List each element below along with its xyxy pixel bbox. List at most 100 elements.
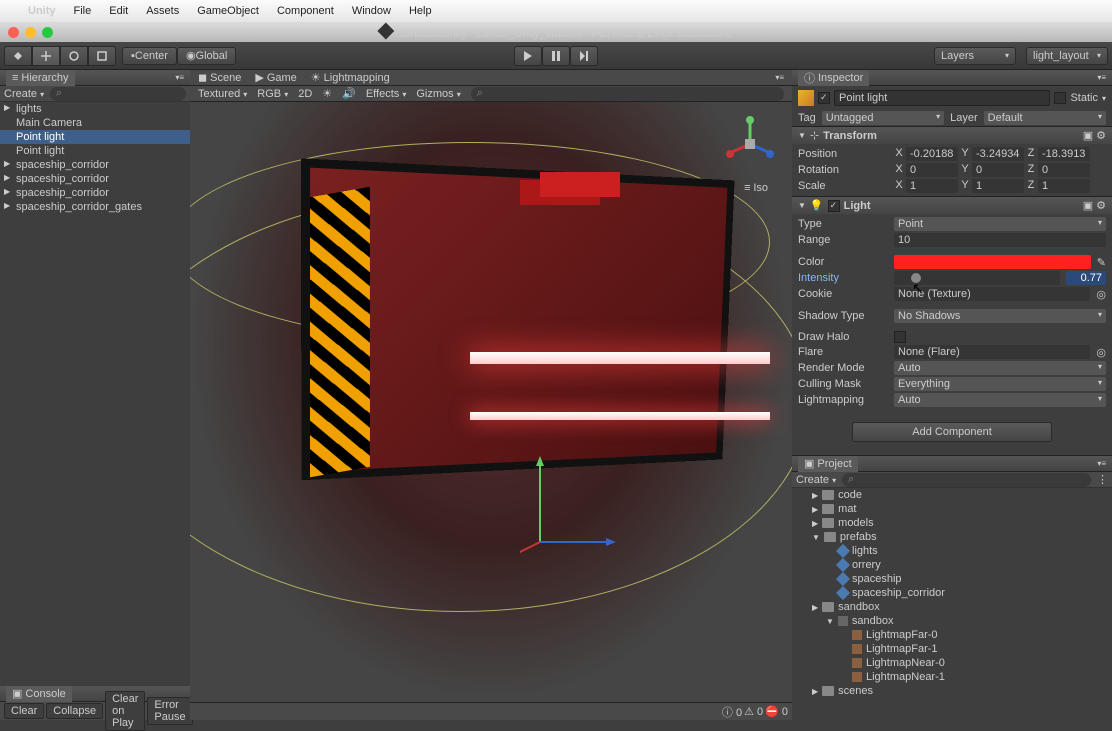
move-tool[interactable] [32, 46, 60, 66]
draw-halo-checkbox[interactable] [894, 331, 906, 343]
hierarchy-item[interactable]: ▶spaceship_corridor [0, 158, 190, 172]
filter-icon[interactable]: ⋮ [1097, 473, 1108, 486]
project-search[interactable]: ⌕ [842, 473, 1091, 487]
projection-label[interactable]: ≡ Iso [744, 182, 768, 194]
project-item[interactable]: LightmapFar-1 [792, 642, 1112, 656]
shading-dropdown[interactable]: Textured ▾ [198, 88, 247, 100]
lightmapping-tab[interactable]: ☀ Lightmapping [311, 71, 390, 84]
scale-x-field[interactable]: 1 [906, 179, 958, 193]
light-type-dropdown[interactable]: Point▾ [894, 217, 1106, 231]
rotation-z-field[interactable]: 0 [1038, 163, 1090, 177]
tag-dropdown[interactable]: Untagged▾ [822, 111, 944, 125]
effects-dropdown[interactable]: Effects ▾ [366, 88, 407, 100]
move-gizmo[interactable] [520, 442, 640, 562]
light-range-field[interactable]: 10 [894, 233, 1106, 247]
menu-assets[interactable]: Assets [146, 5, 179, 17]
scene-viewport[interactable]: ≡ Iso [190, 102, 792, 702]
light-cookie-field[interactable]: None (Texture) [894, 287, 1090, 301]
light-color-swatch[interactable] [894, 255, 1091, 269]
project-tab[interactable]: ▣ Project [798, 456, 858, 472]
panel-menu-icon[interactable]: ▾≡ [1097, 73, 1106, 82]
pause-button[interactable] [542, 46, 570, 66]
light-enabled-checkbox[interactable] [828, 200, 840, 212]
minimize-window-button[interactable] [25, 27, 36, 38]
object-picker-icon[interactable]: ◎ [1096, 346, 1106, 359]
project-item[interactable]: orrery [792, 558, 1112, 572]
menu-gameobject[interactable]: GameObject [197, 5, 259, 17]
info-count[interactable]: ⓘ 0 [722, 704, 742, 720]
zoom-window-button[interactable] [42, 27, 53, 38]
hierarchy-item[interactable]: ▶spaceship_corridor_gates [0, 200, 190, 214]
hierarchy-list[interactable]: ▶lights Main Camera Point light Point li… [0, 102, 190, 686]
position-x-field[interactable]: -0.20188 [906, 147, 958, 161]
scene-search[interactable]: ⌕ [471, 87, 784, 101]
console-tab[interactable]: ▣ Console [6, 686, 72, 702]
hierarchy-item[interactable]: ▶spaceship_corridor [0, 186, 190, 200]
project-create-menu[interactable]: Create ▾ [796, 474, 836, 486]
warn-count[interactable]: ⚠ 0 [744, 705, 763, 718]
project-item[interactable]: ▼sandbox [792, 614, 1112, 628]
culling-mask-dropdown[interactable]: Everything▾ [894, 377, 1106, 391]
hierarchy-item[interactable]: Point light [0, 144, 190, 158]
console-clear[interactable]: Clear [4, 703, 44, 719]
orientation-gizmo[interactable] [720, 114, 780, 174]
hierarchy-item[interactable]: ▶lights [0, 102, 190, 116]
menu-component[interactable]: Component [277, 5, 334, 17]
project-item[interactable]: ▶scenes [792, 684, 1112, 698]
hierarchy-search[interactable]: ⌕ [50, 87, 186, 101]
rotation-y-field[interactable]: 0 [972, 163, 1024, 177]
layout-dropdown[interactable]: light_layout▾ [1026, 47, 1108, 65]
light-toggle-icon[interactable]: ☀ [322, 87, 332, 100]
static-checkbox[interactable] [1054, 92, 1066, 104]
hand-tool[interactable] [4, 46, 32, 66]
create-menu[interactable]: Create ▾ [4, 88, 44, 100]
hierarchy-item[interactable]: Point light [0, 130, 190, 144]
menu-unity[interactable]: Unity [28, 5, 56, 17]
gameobject-icon[interactable] [798, 90, 814, 106]
project-item[interactable]: ▶sandbox [792, 600, 1112, 614]
gizmos-dropdown[interactable]: Gizmos ▾ [416, 88, 460, 100]
eyedropper-icon[interactable]: ✎ [1097, 256, 1106, 269]
project-item[interactable]: LightmapNear-0 [792, 656, 1112, 670]
menu-edit[interactable]: Edit [109, 5, 128, 17]
hierarchy-item[interactable]: ▶spaceship_corridor [0, 172, 190, 186]
channels-dropdown[interactable]: RGB ▾ [257, 88, 288, 100]
lightmapping-dropdown[interactable]: Auto▾ [894, 393, 1106, 407]
project-item[interactable]: ▶code [792, 488, 1112, 502]
shadow-type-dropdown[interactable]: No Shadows▾ [894, 309, 1106, 323]
hierarchy-tab[interactable]: ≡ Hierarchy [6, 70, 75, 86]
transform-component-header[interactable]: ▼ ⊹ Transform▣ ⚙ [792, 126, 1112, 144]
project-item[interactable]: ▶models [792, 516, 1112, 530]
position-y-field[interactable]: -3.24934 [972, 147, 1024, 161]
space-toggle[interactable]: ◉ Global [177, 47, 236, 65]
menu-file[interactable]: File [74, 5, 92, 17]
panel-menu-icon[interactable]: ▾≡ [1097, 459, 1106, 468]
layer-dropdown[interactable]: Default▾ [984, 111, 1106, 125]
rotation-x-field[interactable]: 0 [906, 163, 958, 177]
project-item[interactable]: ▼prefabs [792, 530, 1112, 544]
flare-field[interactable]: None (Flare) [894, 345, 1090, 359]
project-item[interactable]: spaceship_corridor [792, 586, 1112, 600]
menu-help[interactable]: Help [409, 5, 432, 17]
project-item[interactable]: lights [792, 544, 1112, 558]
panel-menu-icon[interactable]: ▾≡ [175, 73, 184, 82]
scale-y-field[interactable]: 1 [972, 179, 1024, 193]
inspector-tab[interactable]: ⓘ Inspector [798, 70, 869, 86]
console-clear-on-play[interactable]: Clear on Play [105, 691, 145, 731]
light-intensity-field[interactable]: 0.77 [1066, 271, 1106, 285]
rotate-tool[interactable] [60, 46, 88, 66]
2d-toggle[interactable]: 2D [298, 88, 312, 100]
light-intensity-slider[interactable] [894, 271, 1060, 285]
audio-toggle-icon[interactable]: 🔊 [342, 87, 356, 100]
hierarchy-item[interactable]: Main Camera [0, 116, 190, 130]
game-tab[interactable]: ▶ Game [255, 71, 296, 84]
project-item[interactable]: ▶mat [792, 502, 1112, 516]
close-window-button[interactable] [8, 27, 19, 38]
add-component-button[interactable]: Add Component [852, 422, 1052, 442]
position-z-field[interactable]: -18.3913 [1038, 147, 1090, 161]
error-count[interactable]: ⛔ 0 [765, 705, 788, 718]
layers-dropdown[interactable]: Layers▾ [934, 47, 1016, 65]
project-item[interactable]: LightmapFar-0 [792, 628, 1112, 642]
light-component-header[interactable]: ▼ 💡 Light▣ ⚙ [792, 196, 1112, 214]
console-collapse[interactable]: Collapse [46, 703, 103, 719]
